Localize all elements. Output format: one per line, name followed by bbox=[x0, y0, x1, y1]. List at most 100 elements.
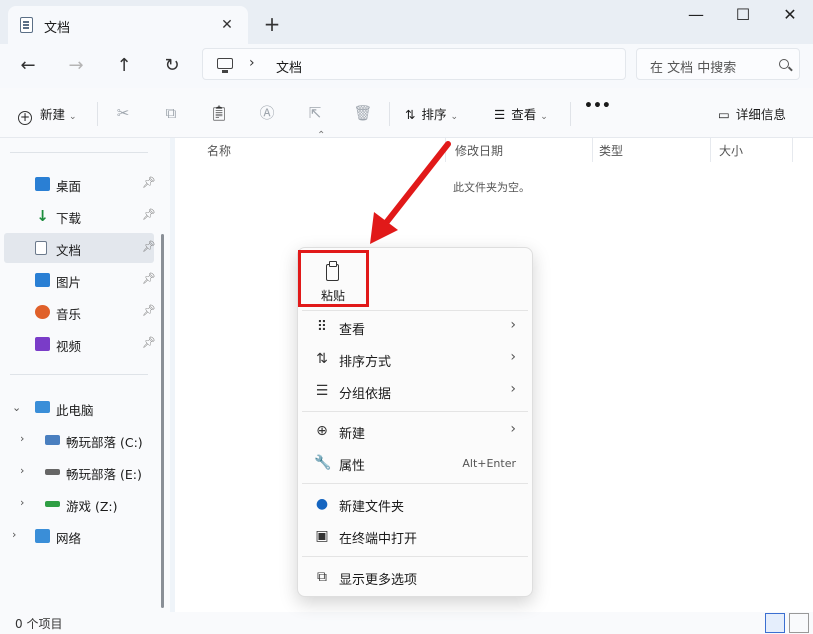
menu-item-label: 在终端中打开 bbox=[339, 532, 418, 547]
empty-folder-message: 此文件夹为空。 bbox=[453, 181, 530, 194]
chevron-down-icon[interactable]: ⌄ bbox=[12, 401, 21, 414]
chevron-right-icon[interactable]: › bbox=[12, 528, 16, 541]
address-bar-row: ← → ↑ ↻ › 文档 在 文档 中搜索 bbox=[0, 44, 813, 88]
menu-item-new-folder[interactable]: ● 新建文件夹 bbox=[302, 489, 528, 519]
tab-close-icon[interactable]: ✕ bbox=[216, 14, 238, 36]
new-tab-button[interactable]: + bbox=[258, 10, 286, 38]
up-button[interactable]: ↑ bbox=[110, 52, 138, 80]
sidebar-item-videos[interactable]: 视频 📌︎ bbox=[4, 329, 156, 359]
column-divider[interactable] bbox=[592, 138, 593, 162]
search-icon bbox=[779, 59, 789, 69]
column-header-name[interactable]: 名称 bbox=[207, 142, 231, 159]
more-options-button[interactable]: ••• bbox=[584, 98, 611, 118]
more-options-icon: ⧉ bbox=[317, 569, 327, 585]
sidebar-item-network[interactable]: › 网络 bbox=[4, 521, 154, 551]
document-icon bbox=[20, 17, 33, 33]
search-input[interactable]: 在 文档 中搜索 bbox=[636, 48, 800, 80]
network-icon bbox=[35, 529, 50, 543]
tiles-view-icon[interactable] bbox=[789, 613, 809, 633]
sort-button[interactable]: ⇅ 排序 ⌄ bbox=[405, 104, 458, 124]
forward-button[interactable]: → bbox=[62, 52, 90, 80]
sidebar-item-this-pc[interactable]: ⌄ 此电脑 bbox=[4, 393, 154, 423]
column-divider[interactable] bbox=[792, 138, 793, 162]
sidebar-item-drive-z[interactable]: › 游戏 (Z:) bbox=[14, 489, 160, 519]
menu-item-new[interactable]: ⊕ 新建 › bbox=[302, 416, 528, 446]
column-header-size[interactable]: 大小 bbox=[719, 142, 743, 159]
menu-item-properties[interactable]: 🔧 属性 Alt+Enter bbox=[302, 448, 528, 478]
column-header-date[interactable]: 修改日期 bbox=[455, 142, 503, 159]
minimize-button[interactable]: — bbox=[673, 0, 719, 32]
view-button[interactable]: ☰ 查看 ⌄ bbox=[494, 104, 548, 124]
menu-item-label: 排序方式 bbox=[339, 355, 392, 370]
close-window-button[interactable]: ✕ bbox=[767, 0, 813, 32]
refresh-button[interactable]: ↻ bbox=[158, 52, 186, 80]
menu-item-view[interactable]: ⠿ 查看 › bbox=[302, 312, 528, 342]
sidebar-item-downloads[interactable]: ↓ 下载 📌︎ bbox=[4, 201, 156, 231]
copy-icon[interactable]: ⧉ bbox=[161, 103, 181, 123]
chevron-right-icon[interactable]: › bbox=[20, 496, 24, 509]
command-bar: + 新建 ⌄ ✂ ⧉ 📋︎ Ⓐ ⇱ 🗑︎ ⇅ 排序 ⌄ ☰ 查看 ⌄ ••• ▭ 详细信息 bbox=[0, 88, 813, 138]
sort-label: 排序 bbox=[421, 107, 447, 122]
chevron-down-icon: ⌄ bbox=[540, 112, 548, 122]
sidebar-item-desktop[interactable]: 桌面 📌︎ bbox=[4, 169, 156, 199]
pin-icon[interactable]: 📌︎ bbox=[142, 240, 156, 253]
chevron-right-icon: › bbox=[510, 381, 516, 397]
sort-icon: ⇅ bbox=[405, 107, 416, 122]
menu-item-show-more-options[interactable]: ⧉ 显示更多选项 bbox=[302, 562, 528, 592]
menu-divider bbox=[302, 483, 528, 484]
menu-item-label: 新建文件夹 bbox=[339, 500, 405, 515]
pictures-icon bbox=[35, 273, 50, 287]
sidebar-item-drive-e[interactable]: › 畅玩部落 (E:) bbox=[14, 457, 160, 487]
new-button[interactable]: + 新建 ⌄ bbox=[18, 104, 77, 125]
chevron-right-icon[interactable]: › bbox=[249, 55, 255, 71]
sidebar-item-documents[interactable]: 文档 📌︎ bbox=[4, 233, 156, 263]
menu-divider bbox=[302, 310, 528, 311]
menu-item-open-terminal[interactable]: ▣ 在终端中打开 bbox=[302, 521, 528, 551]
sidebar-item-drive-c[interactable]: › 畅玩部落 (C:) bbox=[14, 425, 160, 455]
tab-documents[interactable]: 文档 ✕ bbox=[8, 6, 248, 44]
menu-item-sort-by[interactable]: ⇅ 排序方式 › bbox=[302, 344, 528, 374]
details-button[interactable]: ▭ 详细信息 bbox=[718, 104, 786, 124]
chevron-right-icon[interactable]: › bbox=[20, 464, 24, 477]
pin-icon[interactable]: 📌︎ bbox=[142, 272, 156, 285]
details-pane-icon: ▭ bbox=[718, 107, 730, 122]
music-icon bbox=[35, 305, 50, 319]
annotation-highlight-box bbox=[298, 250, 369, 307]
cut-icon[interactable]: ✂ bbox=[113, 103, 133, 123]
menu-item-label: 分组依据 bbox=[339, 387, 392, 402]
terminal-icon: ▣ bbox=[315, 528, 329, 544]
column-divider[interactable] bbox=[710, 138, 711, 162]
nav-scrollbar[interactable] bbox=[161, 234, 164, 608]
back-button[interactable]: ← bbox=[14, 52, 42, 80]
menu-item-group-by[interactable]: ☰ 分组依据 › bbox=[302, 376, 528, 406]
sidebar-item-label: 畅玩部落 (E:) bbox=[66, 467, 142, 482]
pin-icon[interactable]: 📌︎ bbox=[142, 304, 156, 317]
rename-icon[interactable]: Ⓐ bbox=[257, 103, 277, 123]
maximize-button[interactable]: ☐ bbox=[720, 0, 766, 32]
sidebar-item-label: 音乐 bbox=[56, 307, 82, 322]
delete-icon[interactable]: 🗑︎ bbox=[353, 103, 373, 123]
sidebar-item-pictures[interactable]: 图片 📌︎ bbox=[4, 265, 156, 295]
paste-icon[interactable]: 📋︎ bbox=[209, 103, 229, 123]
column-header-type[interactable]: 类型 bbox=[599, 142, 623, 159]
sidebar-item-label: 游戏 (Z:) bbox=[66, 499, 118, 514]
sort-icon: ⇅ bbox=[316, 351, 328, 367]
toolbar-divider bbox=[389, 102, 390, 126]
chevron-right-icon: › bbox=[510, 317, 516, 333]
details-view-icon[interactable] bbox=[765, 613, 785, 633]
pin-icon[interactable]: 📌︎ bbox=[142, 336, 156, 349]
address-field[interactable]: › 文档 bbox=[202, 48, 626, 80]
share-icon[interactable]: ⇱ bbox=[305, 103, 325, 123]
pin-icon[interactable]: 📌︎ bbox=[142, 176, 156, 189]
search-placeholder: 在 文档 中搜索 bbox=[650, 61, 737, 76]
shortcut-hint: Alt+Enter bbox=[462, 457, 516, 470]
toolbar-divider bbox=[570, 102, 571, 126]
chevron-right-icon[interactable]: › bbox=[20, 432, 24, 445]
pin-icon[interactable]: 📌︎ bbox=[142, 208, 156, 221]
item-count: 0 个项目 bbox=[15, 617, 63, 631]
plus-icon: + bbox=[18, 110, 32, 125]
sidebar-item-label: 此电脑 bbox=[56, 403, 94, 418]
breadcrumb[interactable]: 文档 bbox=[276, 57, 302, 76]
sidebar-item-music[interactable]: 音乐 📌︎ bbox=[4, 297, 156, 327]
computer-icon bbox=[217, 58, 233, 73]
